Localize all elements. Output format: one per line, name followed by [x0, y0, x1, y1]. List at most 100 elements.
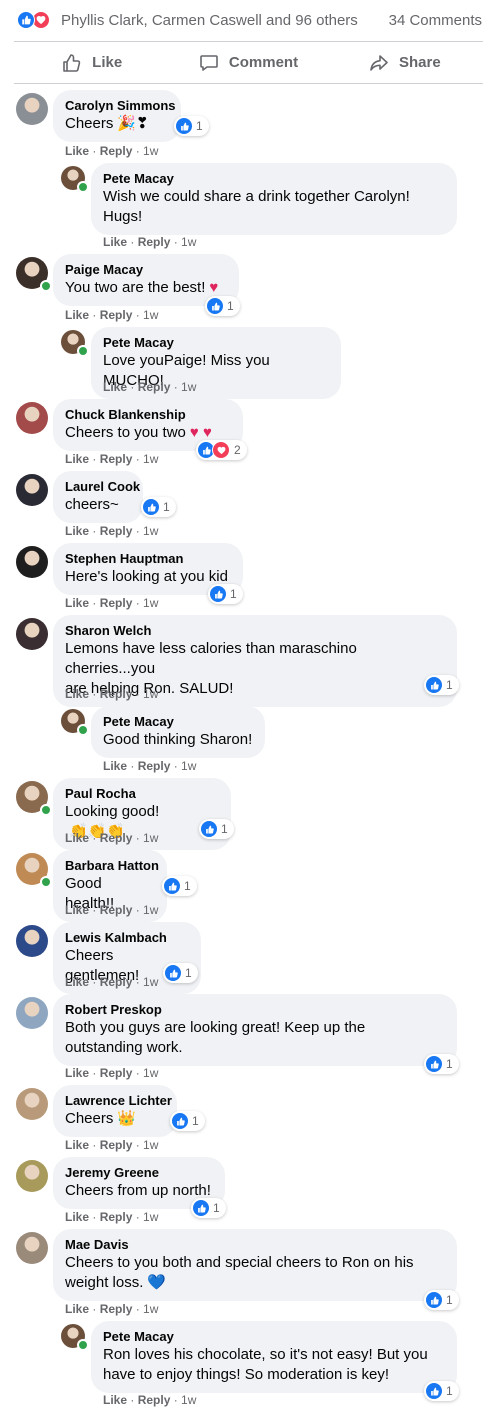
comment-like-link[interactable]: Like — [103, 380, 127, 394]
reaction-icons[interactable] — [17, 11, 53, 29]
comment-like-link[interactable]: Like — [65, 1066, 89, 1080]
comment-author[interactable]: Pete Macay — [103, 335, 329, 351]
comment-author[interactable]: Sharon Welch — [65, 623, 445, 639]
comment-reply-link[interactable]: Reply — [100, 144, 133, 158]
comment-timestamp[interactable]: 1w — [181, 1393, 196, 1407]
comment-timestamp[interactable]: 1w — [143, 144, 158, 158]
comment-reaction-count[interactable]: 1 — [424, 1290, 459, 1310]
comment-like-link[interactable]: Like — [65, 308, 89, 322]
comment-like-link[interactable]: Like — [65, 452, 89, 466]
comment-timestamp[interactable]: 1w — [181, 380, 196, 394]
comment-reply-link[interactable]: Reply — [138, 235, 171, 249]
comment-like-link[interactable]: Like — [65, 903, 89, 917]
comment-timestamp[interactable]: 1w — [143, 452, 158, 466]
comment-reply-link[interactable]: Reply — [138, 1393, 171, 1407]
comment-timestamp[interactable]: 1w — [143, 1066, 158, 1080]
avatar[interactable] — [16, 997, 48, 1029]
comment-like-link[interactable]: Like — [65, 596, 89, 610]
comment-author[interactable]: Lawrence Lichter — [65, 1093, 172, 1109]
comment-reply-link[interactable]: Reply — [100, 596, 133, 610]
comment-reply-link[interactable]: Reply — [100, 524, 133, 538]
comment-like-link[interactable]: Like — [65, 144, 89, 158]
like-button[interactable]: Like — [14, 42, 170, 83]
comment-like-link[interactable]: Like — [65, 687, 89, 701]
comment-reaction-count[interactable]: 1 — [162, 876, 197, 896]
avatar[interactable] — [16, 93, 48, 125]
comment-timestamp[interactable]: 1w — [181, 759, 196, 773]
avatar[interactable] — [16, 402, 48, 434]
comment-author[interactable]: Stephen Hauptman — [65, 551, 231, 567]
comment-reaction-count[interactable]: 1 — [170, 1111, 205, 1131]
comment-timestamp[interactable]: 1w — [143, 903, 158, 917]
comment-timestamp[interactable]: 1w — [143, 596, 158, 610]
comment-author[interactable]: Laurel Cook — [65, 479, 140, 495]
comment-reaction-count[interactable]: 1 — [424, 1381, 459, 1401]
share-button[interactable]: Share — [327, 42, 483, 83]
comment-reply-link[interactable]: Reply — [100, 831, 133, 845]
avatar[interactable] — [16, 474, 48, 506]
avatar[interactable] — [16, 925, 48, 957]
comment-like-link[interactable]: Like — [103, 235, 127, 249]
comment-author[interactable]: Lewis Kalmbach — [65, 930, 189, 946]
comment-count[interactable]: 34 Comments — [389, 12, 482, 29]
comment-timestamp[interactable]: 1w — [181, 235, 196, 249]
comment-reply-link[interactable]: Reply — [100, 1066, 133, 1080]
comment-timestamp[interactable]: 1w — [143, 1138, 158, 1152]
comment-like-link[interactable]: Like — [103, 1393, 127, 1407]
avatar[interactable] — [16, 618, 48, 650]
comment-reaction-count[interactable]: 1 — [174, 116, 209, 136]
comment-like-link[interactable]: Like — [65, 524, 89, 538]
comment-timestamp[interactable]: 1w — [143, 524, 158, 538]
comment-reply-link[interactable]: Reply — [100, 903, 133, 917]
reactors-text[interactable]: Phyllis Clark, Carmen Caswell and 96 oth… — [61, 12, 358, 29]
comment-reply-link[interactable]: Reply — [100, 1210, 133, 1224]
comment-author[interactable]: Barbara Hatton — [65, 858, 159, 874]
comment-like-link[interactable]: Like — [65, 1210, 89, 1224]
comment-timestamp[interactable]: 1w — [143, 308, 158, 322]
comment-reaction-count[interactable]: 1 — [208, 584, 243, 604]
comment-reaction-count[interactable]: 1 — [199, 819, 234, 839]
comment-timestamp[interactable]: 1w — [143, 831, 158, 845]
comment-author[interactable]: Chuck Blankenship — [65, 407, 231, 423]
comment-reply-link[interactable]: Reply — [138, 759, 171, 773]
comment-reply-link[interactable]: Reply — [100, 452, 133, 466]
comment-reaction-count[interactable]: 1 — [191, 1198, 226, 1218]
comment-like-link[interactable]: Like — [65, 831, 89, 845]
comment-reaction-count[interactable]: 1 — [424, 1054, 459, 1074]
comment-author[interactable]: Robert Preskop — [65, 1002, 445, 1018]
comment-author[interactable]: Pete Macay — [103, 1329, 445, 1345]
comment-reaction-count[interactable]: 1 — [205, 296, 240, 316]
comment-timestamp[interactable]: 1w — [143, 687, 158, 701]
comment-reaction-count[interactable]: 2 — [196, 440, 247, 460]
comment-author[interactable]: Paul Rocha — [65, 786, 219, 802]
comment-reply-link[interactable]: Reply — [100, 308, 133, 322]
comment-timestamp[interactable]: 1w — [143, 975, 158, 989]
comment-like-link[interactable]: Like — [65, 1138, 89, 1152]
comment-reply-link[interactable]: Reply — [100, 687, 133, 701]
comment-reply-link[interactable]: Reply — [138, 380, 171, 394]
comment-reply-link[interactable]: Reply — [100, 975, 133, 989]
comment-reaction-count[interactable]: 1 — [141, 497, 176, 517]
comment-timestamp[interactable]: 1w — [143, 1302, 158, 1316]
separator: · — [89, 1210, 100, 1224]
comment-reaction-count[interactable]: 1 — [163, 963, 198, 983]
avatar[interactable] — [16, 1160, 48, 1192]
comment-author[interactable]: Carolyn Simmons — [65, 98, 176, 114]
avatar[interactable] — [16, 1088, 48, 1120]
comment-author[interactable]: Mae Davis — [65, 1237, 445, 1253]
comment-button[interactable]: Comment — [170, 42, 326, 83]
comment-like-link[interactable]: Like — [65, 1302, 89, 1316]
avatar[interactable] — [16, 1232, 48, 1264]
comment-reply-link[interactable]: Reply — [100, 1138, 133, 1152]
comment-like-link[interactable]: Like — [65, 975, 89, 989]
comment-author[interactable]: Paige Macay — [65, 262, 227, 278]
comment-author[interactable]: Pete Macay — [103, 714, 253, 730]
comment-reply-link[interactable]: Reply — [100, 1302, 133, 1316]
comment-timestamp[interactable]: 1w — [143, 1210, 158, 1224]
comment-reaction-count[interactable]: 1 — [424, 675, 459, 695]
comment-author[interactable]: Pete Macay — [103, 171, 445, 187]
comment-like-link[interactable]: Like — [103, 759, 127, 773]
comment-actions: Like · Reply · 1w — [65, 975, 158, 989]
avatar[interactable] — [16, 546, 48, 578]
comment-author[interactable]: Jeremy Greene — [65, 1165, 213, 1181]
